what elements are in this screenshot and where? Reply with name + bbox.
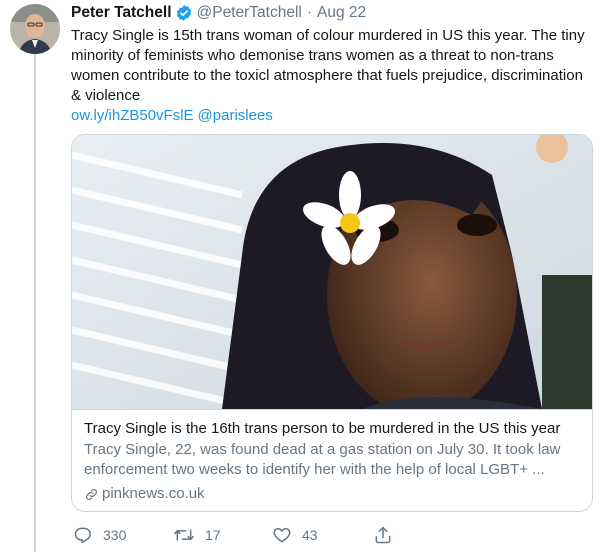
- card-title: Tracy Single is the 16th trans person to…: [84, 420, 561, 437]
- card-image[interactable]: [72, 135, 592, 409]
- tweet-mention[interactable]: @parislees: [198, 107, 273, 124]
- thread-line: [34, 54, 36, 552]
- author-name[interactable]: Peter Tatchell: [71, 4, 172, 22]
- heart-icon: [273, 528, 291, 543]
- verified-badge-icon: [176, 5, 191, 21]
- tweet-text: Tracy Single is 15th trans woman of colo…: [71, 27, 585, 104]
- link-card[interactable]: Tracy Single is the 16th trans person to…: [71, 134, 593, 512]
- card-description: Tracy Single, 22, was found dead at a ga…: [84, 441, 561, 478]
- card-domain-row: pinknews.co.uk: [84, 484, 580, 504]
- card-meta: Tracy Single is the 16th trans person to…: [72, 409, 592, 504]
- avatar-image: [10, 4, 60, 54]
- like-button[interactable]: 43: [272, 525, 318, 545]
- tweet-header: Peter Tatchell @PeterTatchell · Aug 22: [71, 2, 593, 24]
- share-button[interactable]: [373, 525, 403, 545]
- link-icon: [86, 488, 97, 500]
- author-handle[interactable]: @PeterTatchell: [197, 4, 302, 22]
- tweet[interactable]: Peter Tatchell @PeterTatchell · Aug 22 T…: [71, 2, 593, 544]
- retweet-icon: [174, 529, 194, 541]
- tweet-actions: 330 17 43: [71, 522, 593, 548]
- avatar[interactable]: [10, 4, 60, 54]
- share-icon: [375, 526, 391, 544]
- reply-count: 330: [103, 527, 127, 543]
- tweet-link[interactable]: ow.ly/ihZB50vFslE: [71, 107, 194, 124]
- card-domain: pinknews.co.uk: [102, 485, 205, 502]
- separator: ·: [306, 4, 313, 21]
- reply-icon: [74, 527, 91, 544]
- reply-button[interactable]: 330: [73, 525, 126, 545]
- retweet-button[interactable]: 17: [173, 525, 221, 545]
- like-count: 43: [302, 527, 318, 543]
- tweet-links: ow.ly/ihZB50vFslE @parislees: [71, 106, 593, 126]
- tweet-date[interactable]: Aug 22: [317, 4, 366, 22]
- retweet-count: 17: [205, 527, 221, 543]
